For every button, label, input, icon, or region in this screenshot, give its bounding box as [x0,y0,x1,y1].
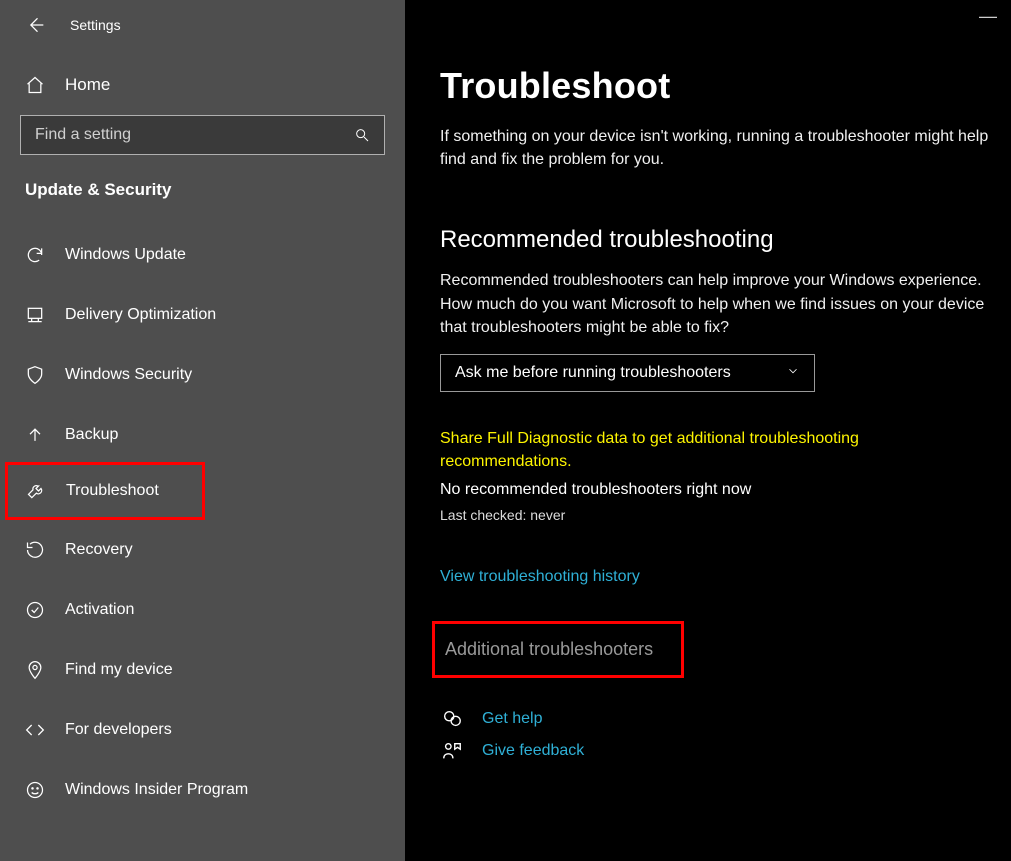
diagnostic-data-link[interactable]: Share Full Diagnostic data to get additi… [440,427,960,473]
sidebar-item-activation[interactable]: Activation [0,580,405,640]
location-icon [25,660,45,680]
sidebar-item-label: Windows Update [65,246,186,264]
sidebar-item-delivery-optimization[interactable]: Delivery Optimization [0,285,405,345]
search-field[interactable] [35,126,354,144]
insider-icon [25,780,45,800]
section-header: Update & Security [0,180,405,225]
home-icon [25,75,45,95]
troubleshooting-history-link[interactable]: View troubleshooting history [440,568,1011,586]
backup-icon [25,425,45,445]
sidebar-item-label: Windows Security [65,366,192,384]
sync-icon [25,245,45,265]
sidebar-item-recovery[interactable]: Recovery [0,520,405,580]
sidebar-item-label: For developers [65,721,172,739]
sidebar-item-label: Find my device [65,661,173,679]
troubleshoot-preference-dropdown[interactable]: Ask me before running troubleshooters [440,354,815,392]
app-title: Settings [70,17,121,33]
nav-list: Windows Update Delivery Optimization Win… [0,225,405,820]
sidebar-item-label: Backup [65,426,118,444]
last-checked-text: Last checked: never [440,507,1011,523]
search-icon [354,127,370,143]
window-minimize-button[interactable]: — [979,6,997,27]
recommended-header: Recommended troubleshooting [440,226,1011,254]
shield-icon [25,365,45,385]
sidebar-item-label: Troubleshoot [66,482,159,500]
activation-icon [25,600,45,620]
wrench-icon [26,481,46,501]
sidebar-item-windows-update[interactable]: Windows Update [0,225,405,285]
sidebar-item-find-my-device[interactable]: Find my device [0,640,405,700]
home-button[interactable]: Home [0,65,405,115]
sidebar-item-windows-insider[interactable]: Windows Insider Program [0,760,405,820]
back-arrow-icon[interactable] [25,15,45,35]
page-description: If something on your device isn't workin… [440,125,1000,171]
additional-troubleshooters-link[interactable]: Additional troubleshooters [432,621,684,678]
sidebar-item-windows-security[interactable]: Windows Security [0,345,405,405]
no-recommended-text: No recommended troubleshooters right now [440,481,1011,499]
sidebar-item-label: Activation [65,601,134,619]
get-help-link[interactable]: Get help [482,710,542,728]
sidebar-item-label: Delivery Optimization [65,306,216,324]
get-help-icon [440,708,464,730]
delivery-icon [25,305,45,325]
sidebar-item-for-developers[interactable]: For developers [0,700,405,760]
sidebar: Settings Home Update & Security Windows … [0,0,405,861]
home-label: Home [65,75,110,95]
recovery-icon [25,540,45,560]
page-title: Troubleshoot [440,65,1011,107]
give-feedback-link[interactable]: Give feedback [482,742,584,760]
chevron-down-icon [786,364,800,381]
sidebar-item-troubleshoot[interactable]: Troubleshoot [5,462,205,520]
feedback-icon [440,740,464,762]
search-input[interactable] [20,115,385,155]
sidebar-item-label: Windows Insider Program [65,781,248,799]
sidebar-item-backup[interactable]: Backup [0,405,405,465]
code-icon [25,720,45,740]
main-content: — Troubleshoot If something on your devi… [405,0,1011,861]
recommended-description: Recommended troubleshooters can help imp… [440,269,1000,339]
sidebar-item-label: Recovery [65,541,133,559]
dropdown-value: Ask me before running troubleshooters [455,364,731,382]
